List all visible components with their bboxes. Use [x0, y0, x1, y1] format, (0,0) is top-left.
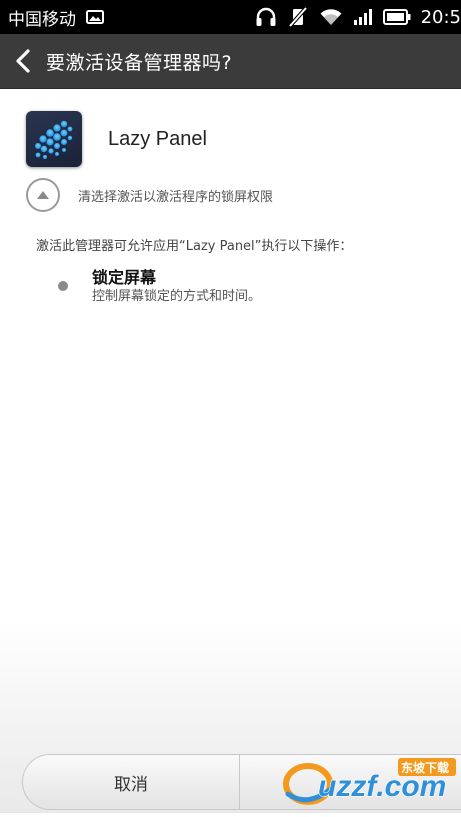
page-title: 要激活设备管理器吗? — [46, 51, 233, 74]
cancel-button-label: 取消 — [114, 774, 148, 795]
policy-item: 锁定屏幕 控制屏幕锁定的方式和时间。 — [58, 267, 261, 305]
cancel-button[interactable]: 取消 — [22, 754, 240, 810]
back-button[interactable] — [0, 34, 46, 88]
lazy-panel-app-icon — [26, 111, 82, 167]
app-name: Lazy Panel — [108, 127, 207, 150]
status-right: 20:5 — [255, 0, 461, 34]
button-bar: 取消 — [22, 754, 461, 810]
content-area: Lazy Panel 清选择激活以激活程序的锁屏权限 激活此管理器可允许应用“L… — [0, 89, 461, 813]
signal-icon — [353, 9, 372, 25]
expand-row[interactable]: 清选择激活以激活程序的锁屏权限 — [26, 178, 273, 212]
triangle-up-icon — [37, 191, 49, 199]
battery-icon — [382, 9, 411, 25]
status-time: 20:5 — [420, 6, 461, 28]
status-left: 中国移动 — [8, 0, 104, 34]
headphones-icon — [256, 7, 276, 26]
app-icon-dots — [35, 120, 73, 159]
bullet-dot — [58, 281, 68, 291]
expand-label: 清选择激活以激活程序的锁屏权限 — [78, 189, 274, 205]
status-bar: 中国移动 20:5 — [0, 0, 461, 34]
app-header: Lazy Panel — [26, 111, 207, 167]
chevron-left-icon — [16, 49, 30, 73]
policy-title: 锁定屏幕 — [92, 268, 157, 287]
policy-description: 控制屏幕锁定的方式和时间。 — [92, 289, 262, 304]
permission-description: 激活此管理器可允许应用“Lazy Panel”执行以下操作： — [36, 239, 353, 254]
wifi-icon — [320, 9, 342, 25]
policy-text: 锁定屏幕 控制屏幕锁定的方式和时间。 — [92, 267, 261, 305]
vibrate-off-icon — [288, 6, 308, 28]
activate-button[interactable] — [240, 754, 461, 810]
carrier-name: 中国移动 — [8, 9, 76, 30]
expand-toggle-button[interactable] — [26, 178, 60, 212]
image-icon — [86, 10, 104, 24]
title-bar: 要激活设备管理器吗? — [0, 34, 461, 89]
